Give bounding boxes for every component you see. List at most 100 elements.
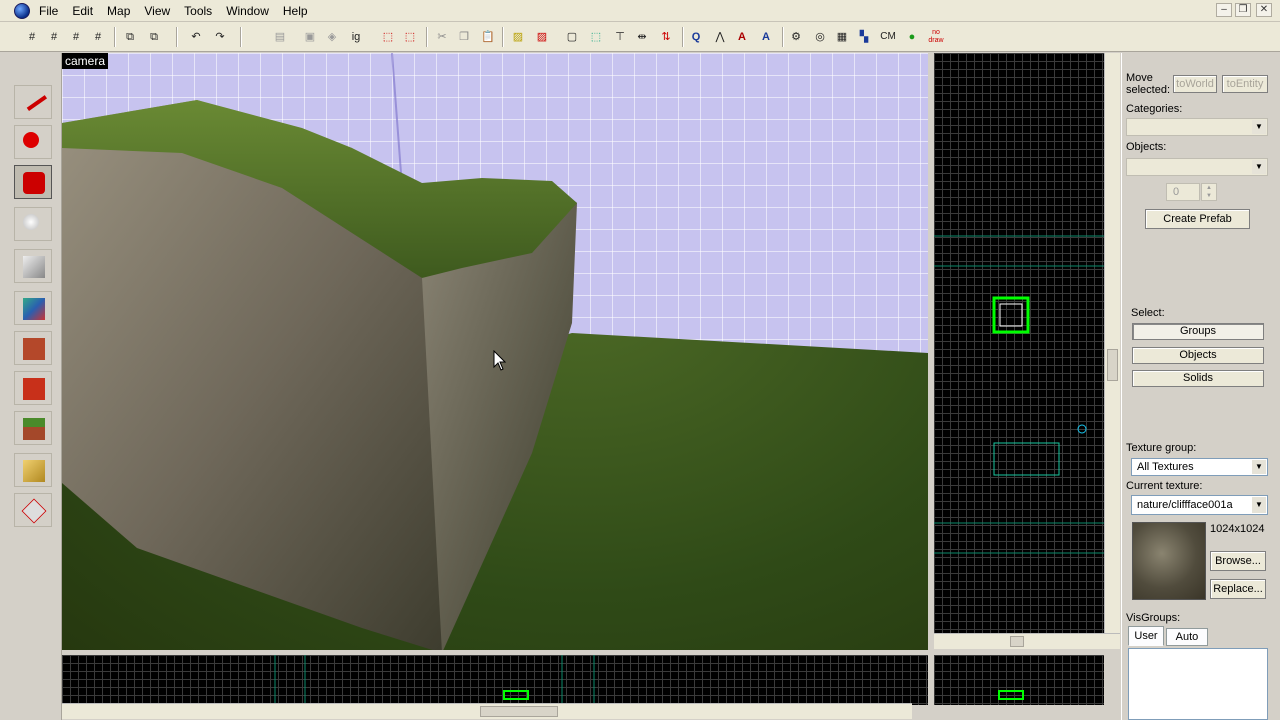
menu-edit[interactable]: Edit [65,2,100,20]
current-texture-value: nature/cliffface001a [1137,499,1233,511]
app-globe-icon[interactable] [14,3,30,19]
alert-icon[interactable]: A [732,27,752,47]
count-spinner-icon[interactable]: ▲ ▼ [1201,183,1217,201]
chevron-down-icon[interactable]: ▼ [1252,120,1266,134]
block-tool[interactable] [14,249,52,283]
model-icon[interactable]: ▚ [854,27,874,47]
grid-3d-icon[interactable]: # [44,27,64,47]
chevron-down-icon[interactable]: ▼ [1252,160,1266,174]
texture-application-tool[interactable] [14,291,52,325]
carve-icon[interactable]: ▤ [270,27,290,47]
clipping-tool[interactable] [14,453,52,487]
flip-horizontal-icon[interactable]: ⇹ [632,27,652,47]
hide-selected-icon[interactable]: ⬚ [378,27,398,47]
toolbar-separator [240,27,242,47]
minimize-icon[interactable]: – [1216,3,1232,17]
objects-dropdown[interactable]: ▼ [1126,158,1268,176]
to-entity-button[interactable]: toEntity [1222,75,1268,93]
visgroup-toggle-icon[interactable]: Q [686,27,706,47]
grid-icon[interactable]: # [22,27,42,47]
autovisgroup-icon[interactable]: A [756,27,776,47]
apply-current-texture-tool[interactable] [14,331,52,365]
texture-scale-lock-icon[interactable]: ▨ [532,27,552,47]
wireframe-icon[interactable]: ▦ [832,27,852,47]
hollow-icon[interactable]: ▣ [300,27,320,47]
magnify-tool[interactable] [14,125,52,159]
toolbar-separator [176,27,178,47]
side-2d-viewport[interactable] [934,655,1104,705]
undo-icon[interactable]: ↶ [186,27,206,47]
texture-lock-icon[interactable]: ▨ [508,27,528,47]
selection-tool[interactable] [14,85,52,119]
front-2d-viewport[interactable] [62,655,928,705]
front-view-horizontal-scrollbar[interactable] [62,703,912,719]
chevron-down-icon[interactable]: ▼ [1252,497,1266,513]
cut-icon[interactable]: ✂ [432,27,452,47]
select-groups-button[interactable]: Groups [1132,323,1264,340]
paste-icon[interactable]: 📋 [478,27,498,47]
browse-button[interactable]: Browse... [1210,551,1266,571]
vertex-manipulation-tool[interactable] [14,493,52,527]
menu-bar: File Edit Map View Tools Window Help – ❐… [0,0,1280,22]
menu-tools[interactable]: Tools [177,2,219,20]
menu-file[interactable]: File [32,2,65,20]
top-view-vertical-scrollbar[interactable] [1104,53,1120,633]
to-world-button[interactable]: toWorld [1173,75,1217,93]
object-count-input[interactable]: 0 [1166,183,1200,201]
decal-tool[interactable] [14,371,52,405]
viewport-label[interactable]: camera [62,53,109,69]
menu-help[interactable]: Help [276,2,315,20]
replace-button[interactable]: Replace... [1210,579,1266,599]
toolbar-separator [782,27,784,47]
ignore-groups-icon[interactable]: ◈ [322,27,342,47]
toolbar-separator [502,27,504,47]
scroll-thumb[interactable] [480,706,558,717]
chevron-down-icon[interactable]: ▼ [1252,460,1266,474]
flip-vertical-icon[interactable]: ⇅ [656,27,676,47]
nodraw-button[interactable]: no draw [924,27,948,47]
clip-tool-icon [23,460,45,482]
tab-auto[interactable]: Auto [1166,628,1208,646]
camera-tool[interactable] [14,165,52,199]
camera-viewport[interactable]: camera [62,53,928,650]
close-icon[interactable]: ✕ [1256,3,1272,17]
scroll-thumb[interactable] [1107,349,1118,381]
compile-icon[interactable]: ◎ [810,27,830,47]
vertex-tool-icon [21,498,47,524]
ignore-groups-toggle[interactable]: ig [346,27,366,47]
top-view-horizontal-scrollbar[interactable] [934,633,1120,649]
transform-icon[interactable]: ⊤ [610,27,630,47]
current-texture-dropdown[interactable]: nature/cliffface001a ▼ [1131,495,1268,515]
top-2d-viewport[interactable] [934,53,1104,633]
group-icon[interactable]: ⧉ [120,27,140,47]
select-handles-icon[interactable]: ⬚ [586,27,606,47]
overlay-tool[interactable] [14,411,52,445]
tab-user[interactable]: User [1128,626,1164,646]
menu-map[interactable]: Map [100,2,137,20]
visgroups-list[interactable] [1128,648,1268,720]
menu-window[interactable]: Window [219,2,276,20]
leaf-icon[interactable]: ● [902,27,922,47]
select-objects-button[interactable]: Objects [1132,347,1264,364]
cubemap-button[interactable]: CM [878,27,898,47]
grid-smaller-icon[interactable]: # [66,27,86,47]
menu-view[interactable]: View [137,2,177,20]
select-box-icon[interactable]: ▢ [562,27,582,47]
categories-dropdown[interactable]: ▼ [1126,118,1268,136]
entity-tool[interactable] [14,207,52,241]
scroll-thumb[interactable] [1010,636,1024,647]
select-solids-button[interactable]: Solids [1132,370,1264,387]
grid-larger-icon[interactable]: # [88,27,108,47]
redo-icon[interactable]: ↷ [210,27,230,47]
top-view-geometry [934,235,1104,554]
restore-icon[interactable]: ❐ [1235,3,1251,17]
create-prefab-button[interactable]: Create Prefab [1145,209,1250,229]
run-map-icon[interactable]: ⚙ [786,27,806,47]
texture-group-value: All Textures [1137,461,1194,473]
copy-icon[interactable]: ❐ [454,27,474,47]
show-all-icon[interactable]: ⬚ [400,27,420,47]
texture-group-dropdown[interactable]: All Textures ▼ [1131,458,1268,476]
ungroup-icon[interactable]: ⧉ [144,27,164,47]
entity-tool-icon [23,214,39,230]
vertex-icon[interactable]: ⋀ [710,27,730,47]
